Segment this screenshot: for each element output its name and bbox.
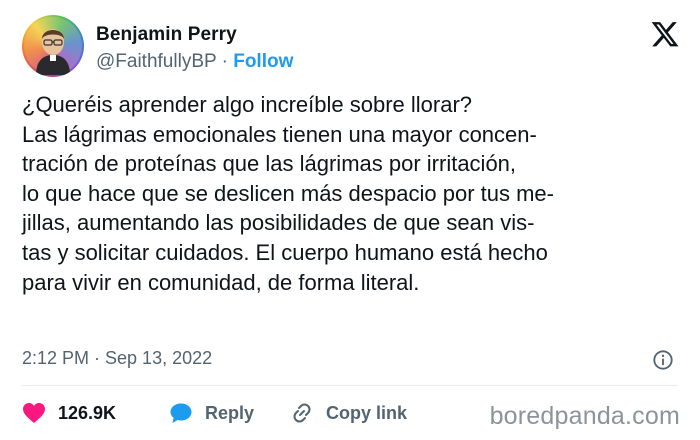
author-handle[interactable]: @FaithfullyBP — [96, 51, 216, 72]
tweet-header: Benjamin Perry @FaithfullyBP · Follow — [22, 14, 682, 80]
tweet-line: jillas, aumentando las posibilidades de … — [22, 210, 535, 236]
copy-link-label: Copy link — [326, 402, 408, 423]
divider — [22, 385, 678, 386]
like-count: 126.9K — [58, 402, 117, 423]
tweet-text: ¿Queréis aprender algo increíble sobre l… — [22, 90, 682, 297]
tweet-line: Las lágrimas emocionales tienen una mayo… — [22, 121, 537, 147]
follow-button[interactable]: Follow — [233, 51, 293, 72]
tweet-line: para vivir en comunidad, de forma litera… — [22, 269, 420, 295]
action-bar: 126.9K Reply Copy link — [22, 396, 482, 430]
avatar[interactable] — [22, 15, 84, 77]
tweet-line: ¿Queréis aprender algo increíble sobre l… — [22, 92, 473, 117]
x-logo-icon[interactable] — [650, 19, 680, 49]
info-icon[interactable] — [652, 349, 674, 371]
reply-bubble-icon — [170, 403, 192, 423]
reply-button[interactable]: Reply — [169, 396, 254, 430]
tweet-line: tas y solicitar cuidados. El cuerpo huma… — [22, 239, 548, 265]
watermark: boredpanda.com — [489, 402, 680, 430]
copy-link-button[interactable]: Copy link — [290, 396, 407, 430]
like-button[interactable]: 126.9K — [22, 396, 116, 430]
link-icon — [293, 403, 311, 423]
tweet-timestamp[interactable]: 2:12 PM · Sep 13, 2022 — [22, 348, 212, 369]
tweet-line: lo que hace que se deslicen más despacio… — [22, 180, 554, 206]
heart-icon — [23, 403, 45, 423]
reply-label: Reply — [205, 402, 255, 423]
tweet-line: tración de proteínas que las lágrimas po… — [22, 151, 517, 177]
meta-separator: · — [221, 51, 228, 72]
author-meta: @FaithfullyBP · Follow — [96, 51, 293, 73]
author-name[interactable]: Benjamin Perry — [96, 24, 237, 46]
